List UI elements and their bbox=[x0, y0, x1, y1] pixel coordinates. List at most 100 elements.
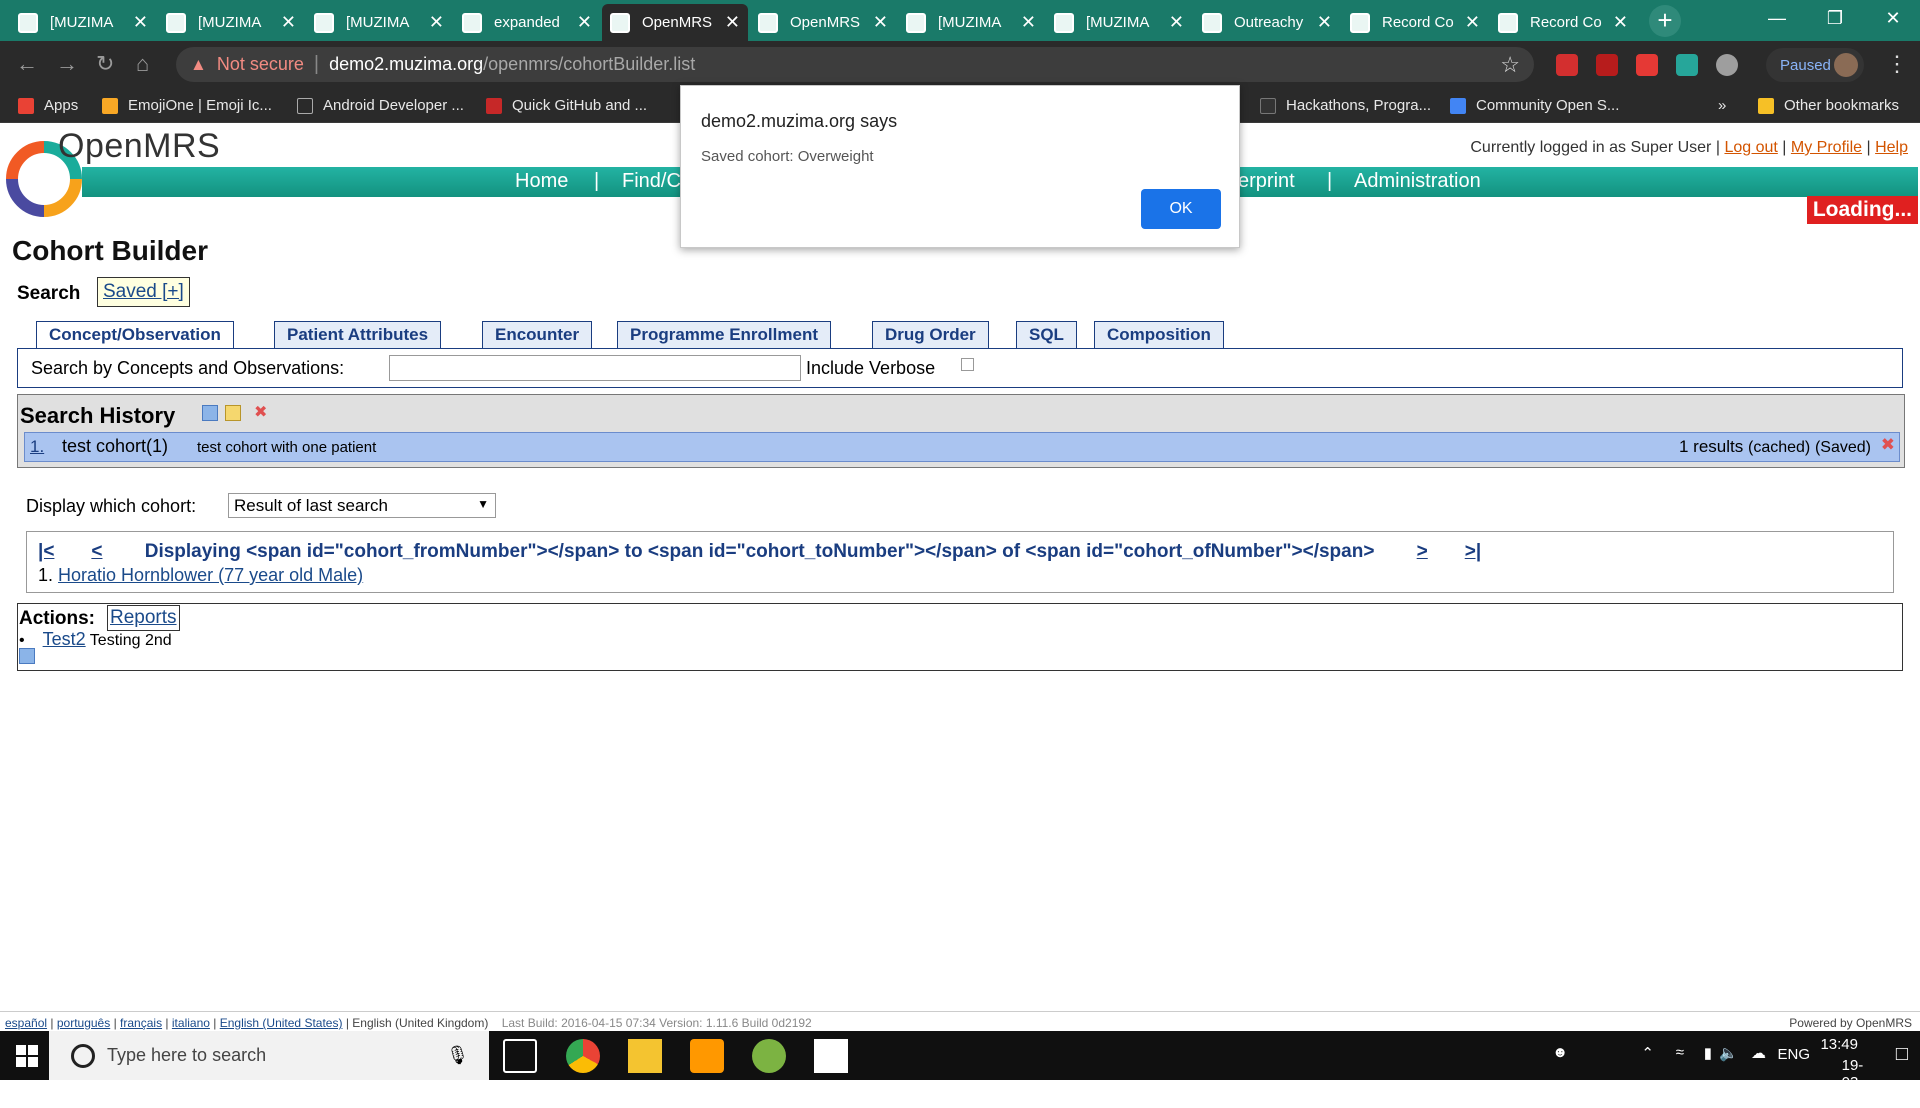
close-tab-icon[interactable]: ✕ bbox=[281, 12, 296, 33]
chrome-icon[interactable] bbox=[566, 1039, 600, 1073]
bookmark-star-icon[interactable]: ☆ bbox=[1500, 52, 1520, 78]
screenshot-extension-icon[interactable] bbox=[1676, 54, 1698, 76]
microphone-icon[interactable]: 🎙 bbox=[446, 1045, 469, 1066]
logout-link[interactable]: Log out bbox=[1724, 139, 1777, 156]
android-studio-icon[interactable] bbox=[752, 1039, 786, 1073]
tab-drug-order[interactable]: Drug Order bbox=[872, 321, 989, 348]
browser-tab[interactable]: [MUZIMA ✕ bbox=[10, 4, 156, 41]
lang-es[interactable]: español bbox=[5, 1016, 47, 1030]
pager-prev[interactable]: < bbox=[91, 541, 102, 562]
lang-it[interactable]: italiano bbox=[172, 1016, 210, 1030]
restore-button[interactable]: ❐ bbox=[1806, 0, 1864, 36]
menu-icon[interactable]: ⋮ bbox=[1886, 51, 1908, 77]
drive-extension-icon[interactable] bbox=[1716, 54, 1738, 76]
display-cohort-select[interactable]: Result of last search ▼ bbox=[228, 493, 496, 518]
lang-fr[interactable]: français bbox=[120, 1016, 162, 1030]
clock-time[interactable]: 13:49 bbox=[1820, 1036, 1858, 1053]
nav-fingerprint[interactable]: erprint bbox=[1238, 170, 1295, 193]
pdf-extension-icon[interactable] bbox=[1596, 54, 1618, 76]
minimize-button[interactable]: — bbox=[1748, 0, 1806, 36]
not-secure-label[interactable]: Not secure bbox=[217, 54, 304, 75]
help-link[interactable]: Help bbox=[1875, 139, 1908, 156]
reports-tab[interactable]: Reports bbox=[107, 605, 180, 631]
bookmark-apps[interactable]: Apps bbox=[18, 97, 78, 114]
lang-pt[interactable]: português bbox=[57, 1016, 110, 1030]
bookmark-emojione[interactable]: EmojiOne | Emoji Ic... bbox=[102, 97, 272, 114]
remove-history-icon[interactable]: ✖ bbox=[1881, 435, 1895, 455]
tab-patient-attributes[interactable]: Patient Attributes bbox=[274, 321, 442, 348]
bookmark-community[interactable]: Community Open S... bbox=[1450, 97, 1619, 114]
browser-tab[interactable]: Outreachy ✕ bbox=[1194, 4, 1340, 41]
ok-button[interactable]: OK bbox=[1141, 189, 1221, 229]
load-history-icon[interactable] bbox=[225, 405, 241, 421]
bookmark-android[interactable]: Android Developer ... bbox=[297, 97, 464, 114]
browser-tab[interactable]: [MUZIMA ✕ bbox=[306, 4, 452, 41]
sublime-text-icon[interactable] bbox=[690, 1039, 724, 1073]
clock-date[interactable]: 19-03-2019 bbox=[1842, 1057, 1875, 1108]
people-icon[interactable]: ☻ bbox=[1552, 1044, 1568, 1061]
nav-home[interactable]: Home bbox=[515, 170, 568, 193]
browser-tab[interactable]: OpenMRS ✕ bbox=[750, 4, 896, 41]
pager-next[interactable]: > bbox=[1417, 541, 1428, 562]
history-row[interactable]: 1. test cohort(1) test cohort with one p… bbox=[24, 432, 1900, 462]
close-tab-icon[interactable]: ✕ bbox=[1465, 12, 1480, 33]
patient-link[interactable]: Horatio Hornblower (77 year old Male) bbox=[58, 565, 363, 585]
bookmark-github[interactable]: Quick GitHub and ... bbox=[486, 97, 647, 114]
history-row-number[interactable]: 1. bbox=[30, 437, 44, 457]
input-language[interactable]: ENG bbox=[1777, 1046, 1810, 1063]
close-tab-icon[interactable]: ✕ bbox=[1613, 12, 1628, 33]
saved-toggle[interactable]: Saved [+] bbox=[97, 277, 190, 307]
tab-programme-enrollment[interactable]: Programme Enrollment bbox=[617, 321, 831, 348]
home-icon[interactable]: ⌂ bbox=[136, 51, 149, 77]
browser-tab[interactable]: [MUZIMA ✕ bbox=[158, 4, 304, 41]
tab-encounter[interactable]: Encounter bbox=[482, 321, 593, 348]
include-verbose-checkbox[interactable] bbox=[961, 358, 974, 371]
task-view-icon[interactable] bbox=[503, 1039, 537, 1073]
pager-first[interactable]: |< bbox=[38, 541, 54, 562]
taskbar-search[interactable]: Type here to search 🎙 bbox=[49, 1031, 489, 1080]
nav-administration[interactable]: Administration bbox=[1354, 170, 1481, 193]
clear-history-icon[interactable]: ✖ bbox=[254, 405, 270, 421]
file-explorer-icon[interactable] bbox=[628, 1039, 662, 1073]
report-link[interactable]: Test2 bbox=[43, 629, 86, 649]
adblock-extension-icon[interactable] bbox=[1556, 54, 1578, 76]
close-tab-icon[interactable]: ✕ bbox=[1021, 12, 1036, 33]
address-bar[interactable]: ▲ Not secure | demo2.muzima.org /openmrs… bbox=[176, 47, 1534, 82]
windows-start-icon[interactable] bbox=[16, 1045, 38, 1067]
back-icon[interactable]: ← bbox=[16, 51, 38, 77]
save-report-icon[interactable] bbox=[19, 648, 35, 664]
close-tab-icon[interactable]: ✕ bbox=[429, 12, 444, 33]
lang-en-us[interactable]: English (United States) bbox=[220, 1016, 343, 1030]
close-tab-icon[interactable]: ✕ bbox=[725, 12, 740, 33]
cloud-icon[interactable]: ☁ bbox=[1751, 1044, 1766, 1062]
pager-last[interactable]: >| bbox=[1465, 541, 1481, 562]
profile-button[interactable]: Paused bbox=[1766, 48, 1864, 82]
other-bookmarks[interactable]: Other bookmarks bbox=[1758, 97, 1899, 114]
nav-find[interactable]: Find/C bbox=[622, 170, 681, 193]
concept-search-input[interactable] bbox=[389, 355, 801, 381]
new-tab-button[interactable]: + bbox=[1649, 5, 1681, 37]
battery-icon[interactable]: ▮ bbox=[1704, 1044, 1712, 1062]
bookmark-hackathons[interactable]: Hackathons, Progra... bbox=[1260, 97, 1431, 114]
tab-composition[interactable]: Composition bbox=[1094, 321, 1224, 348]
wifi-icon[interactable]: ≈ bbox=[1676, 1044, 1684, 1061]
tab-sql[interactable]: SQL bbox=[1016, 321, 1077, 348]
close-tab-icon[interactable]: ✕ bbox=[1317, 12, 1332, 33]
close-tab-icon[interactable]: ✕ bbox=[873, 12, 888, 33]
reload-icon[interactable]: ↻ bbox=[96, 51, 114, 77]
tab-concept-observation[interactable]: Concept/Observation bbox=[36, 321, 234, 348]
close-tab-icon[interactable]: ✕ bbox=[133, 12, 148, 33]
close-tab-icon[interactable]: ✕ bbox=[1169, 12, 1184, 33]
chevron-up-icon[interactable]: ⌃ bbox=[1641, 1044, 1654, 1062]
browser-tab[interactable]: Record Co ✕ bbox=[1490, 4, 1636, 41]
close-tab-icon[interactable]: ✕ bbox=[577, 12, 592, 33]
pocket-extension-icon[interactable] bbox=[1636, 54, 1658, 76]
notifications-icon[interactable]: □ bbox=[1896, 1043, 1908, 1066]
my-profile-link[interactable]: My Profile bbox=[1791, 139, 1862, 156]
bookmarks-overflow[interactable]: » bbox=[1718, 97, 1726, 114]
volume-icon[interactable]: 🔈 bbox=[1719, 1044, 1738, 1062]
browser-tab[interactable]: [MUZIMA ✕ bbox=[898, 4, 1044, 41]
forward-icon[interactable]: → bbox=[56, 51, 78, 77]
browser-tab[interactable]: expanded ✕ bbox=[454, 4, 600, 41]
close-window-button[interactable]: ✕ bbox=[1864, 0, 1920, 36]
